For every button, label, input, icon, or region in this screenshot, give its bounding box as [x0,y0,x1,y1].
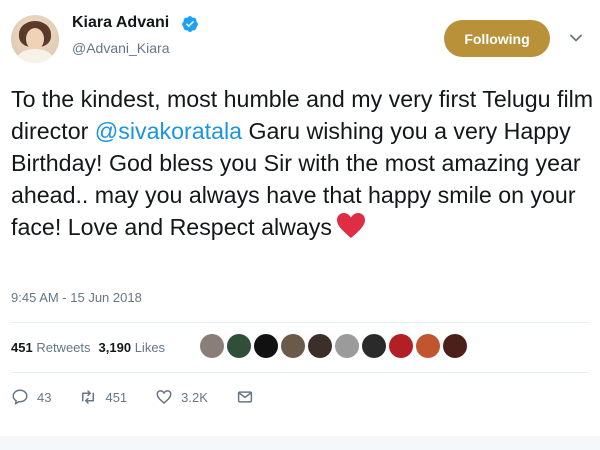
divider [11,372,589,373]
verified-badge-icon [182,16,198,32]
liker-avatar[interactable] [389,334,413,358]
retweet-count: 451 [105,389,128,405]
tweet-timestamp[interactable]: 9:45 AM - 15 Jun 2018 [11,290,142,305]
mention-link[interactable]: @sivakoratala [95,118,242,144]
likes-label: Likes [134,340,166,355]
retweets-label: Retweets [36,340,91,355]
user-handle[interactable]: @Advani_Kiara [72,40,170,56]
following-button[interactable]: Following [444,20,550,57]
retweet-button[interactable]: 451 [79,388,127,406]
tweet-text: To the kindest, most humble and my very … [11,83,596,243]
retweet-icon [82,390,95,404]
retweets-stat[interactable]: 451 Retweets [11,340,91,355]
heart-outline-icon [156,390,172,404]
tweet-stats: 451 Retweets 3,190 Likes [11,340,165,355]
reply-button[interactable]: 43 [11,388,51,406]
liker-avatars [200,334,467,358]
liker-avatar[interactable] [443,334,467,358]
chevron-down-icon[interactable] [568,30,584,46]
like-button[interactable]: 3.2K [155,388,208,406]
liker-avatar[interactable] [362,334,386,358]
divider [11,322,589,323]
profile-avatar[interactable] [11,15,59,63]
direct-message-button[interactable] [236,388,254,406]
user-display-name[interactable]: Kiara Advani [72,14,169,32]
liker-avatar[interactable] [281,334,305,358]
avatar-body [17,49,53,63]
reply-icon [12,389,28,405]
liker-avatar[interactable] [308,334,332,358]
liker-avatar[interactable] [335,334,359,358]
red-heart-icon [336,213,365,238]
liker-avatar[interactable] [254,334,278,358]
avatar-face [26,28,44,50]
bottom-strip [0,436,600,450]
like-count: 3.2K [181,389,208,405]
likes-count: 3,190 [98,340,132,355]
retweets-count: 451 [11,340,33,355]
reply-count: 43 [37,389,52,405]
likes-stat[interactable]: 3,190 Likes [99,340,166,355]
tweet-actions: 43 451 3.2K [11,388,282,406]
liker-avatar[interactable] [200,334,224,358]
liker-avatar[interactable] [416,334,440,358]
liker-avatar[interactable] [227,334,251,358]
envelope-icon [237,391,253,403]
